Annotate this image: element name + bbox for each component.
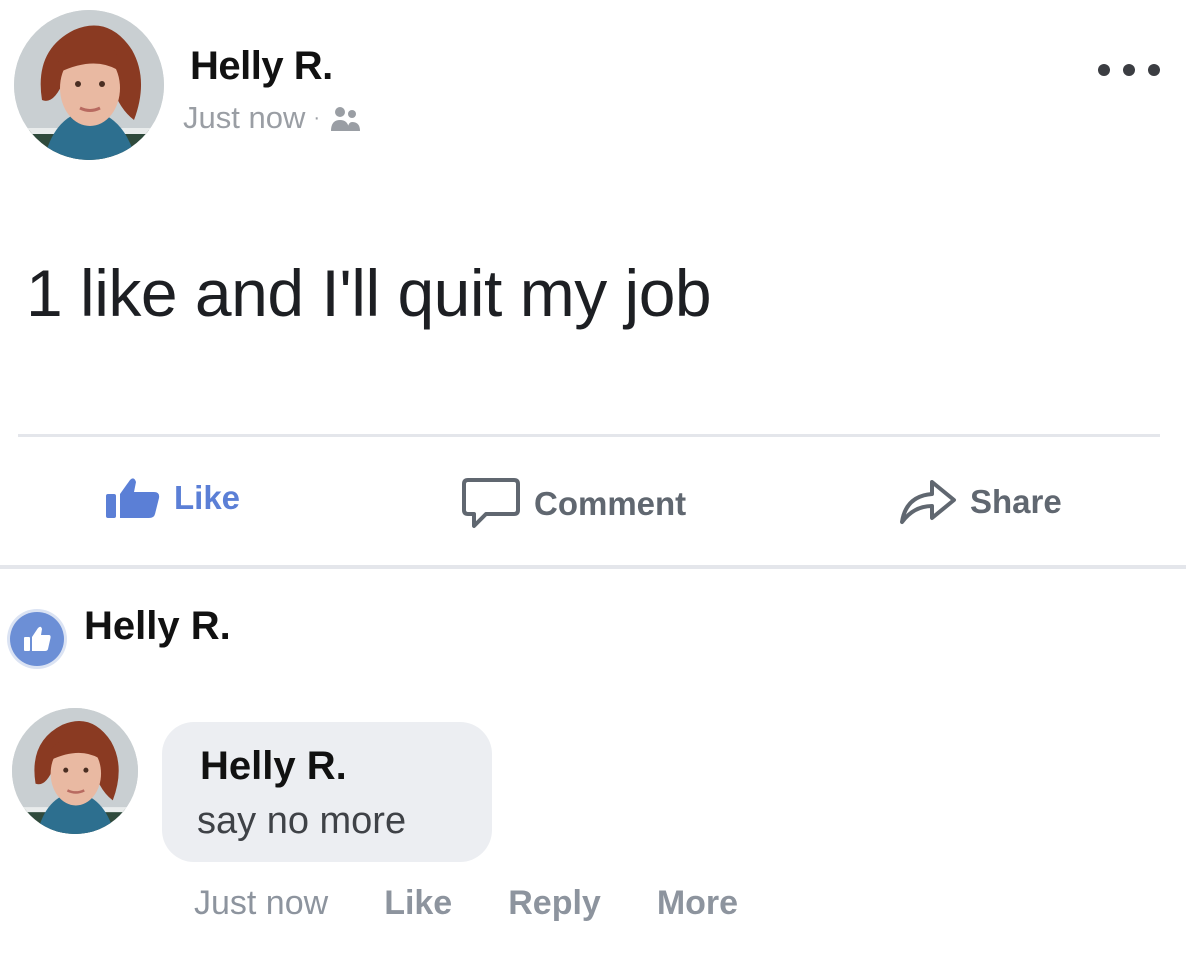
menu-dot (1098, 64, 1110, 76)
menu-dot (1123, 64, 1135, 76)
divider (0, 565, 1186, 569)
comment-timestamp[interactable]: Just now (194, 884, 328, 923)
like-label: Like (174, 479, 241, 516)
share-label: Share (970, 483, 1062, 520)
comment-more-link[interactable]: More (657, 884, 738, 923)
more-horizontal-icon[interactable] (1098, 60, 1160, 80)
friends-icon[interactable] (328, 103, 362, 133)
post-meta: Just now · (183, 100, 362, 136)
comment-text: say no more (197, 800, 407, 842)
like-button[interactable]: Like (104, 476, 240, 520)
meta-separator: · (313, 106, 321, 129)
comment-button[interactable]: Comment (460, 476, 686, 532)
comment-label: Comment (534, 485, 687, 522)
divider (18, 434, 1160, 437)
commenter-avatar[interactable] (12, 708, 138, 834)
comment-actions: Just now Like Reply More (194, 884, 738, 923)
comment-author-name[interactable]: Helly R. (200, 744, 347, 789)
author-avatar[interactable] (14, 10, 164, 160)
avatar-portrait (12, 708, 138, 834)
post-author-name[interactable]: Helly R. (190, 44, 333, 89)
menu-dot (1148, 64, 1160, 76)
thumbs-up-icon (24, 626, 51, 651)
post-timestamp[interactable]: Just now (183, 100, 305, 136)
comment-reply-link[interactable]: Reply (508, 884, 601, 923)
like-badge-icon[interactable] (10, 612, 64, 666)
avatar-portrait (14, 10, 164, 160)
comment-bubble-icon (462, 478, 520, 528)
reaction-user-name[interactable]: Helly R. (84, 604, 231, 649)
comment-like-link[interactable]: Like (384, 884, 452, 923)
thumbs-up-icon (106, 478, 160, 518)
share-arrow-icon (900, 480, 956, 524)
post-text: 1 like and I'll quit my job (26, 256, 712, 330)
share-button[interactable]: Share (896, 476, 1062, 528)
